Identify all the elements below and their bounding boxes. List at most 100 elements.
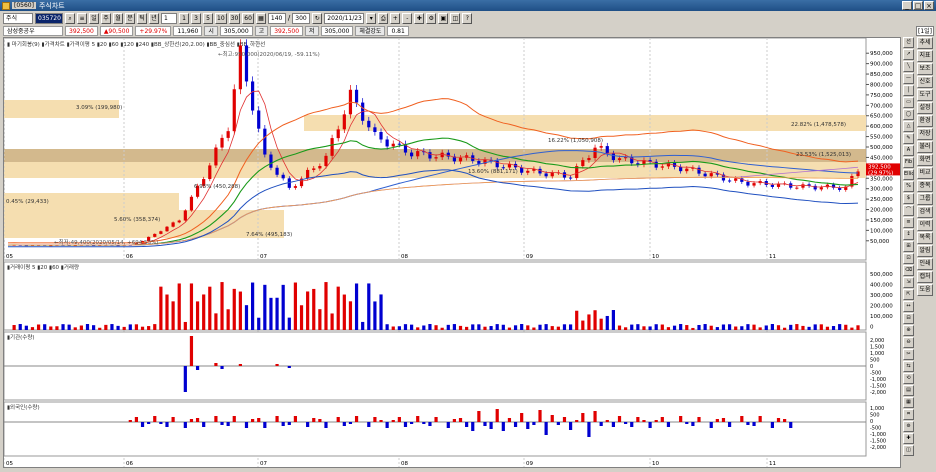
zoom-in-icon[interactable]: +: [390, 12, 401, 24]
market-select[interactable]: 주식: [3, 12, 33, 24]
draw-tool-0[interactable]: 선택: [903, 37, 914, 48]
tool-panel-item-13[interactable]: 검색: [917, 206, 933, 218]
draw-tool-6[interactable]: ◯: [903, 109, 914, 120]
draw-tool-31[interactable]: ⌗: [903, 409, 914, 420]
draw-tool-17[interactable]: ⊞: [903, 241, 914, 252]
draw-tool-2[interactable]: ╲: [903, 61, 914, 72]
draw-tool-18[interactable]: ⊡: [903, 253, 914, 264]
draw-tool-8[interactable]: ✎: [903, 133, 914, 144]
volume-bar: [605, 315, 609, 330]
draw-tool-1[interactable]: ↗: [903, 49, 914, 60]
tool-panel-item-1[interactable]: 지표: [917, 50, 933, 62]
list-icon[interactable]: ≡: [77, 12, 87, 24]
tool-panel-item-4[interactable]: 도구: [917, 89, 933, 101]
draw-tool-5[interactable]: ▭: [903, 97, 914, 108]
draw-tool-12[interactable]: %: [903, 181, 914, 192]
tool-panel-item-11[interactable]: 종목: [917, 180, 933, 192]
tool-panel-item-5[interactable]: 설정: [917, 102, 933, 114]
draw-tool-10[interactable]: Fib: [903, 157, 914, 168]
ticker-input[interactable]: 035720: [35, 12, 63, 24]
tool-panel-item-17[interactable]: 인쇄: [917, 258, 933, 270]
refresh-icon[interactable]: ↻: [312, 12, 323, 24]
draw-tool-15[interactable]: ≡: [903, 217, 914, 228]
draw-tool-26[interactable]: ✂: [903, 349, 914, 360]
tool-panel-item-10[interactable]: 비교: [917, 167, 933, 179]
chart-svg[interactable]: 950,000 900,000 850,000 800,000 750,000 700,0…: [3, 37, 900, 467]
save-icon[interactable]: ▣: [438, 12, 449, 24]
calendar-icon[interactable]: ▾: [366, 12, 377, 24]
crosshair-icon[interactable]: ✚: [414, 12, 425, 24]
period-month-button[interactable]: 월: [113, 12, 123, 24]
draw-tool-9[interactable]: A: [903, 145, 914, 156]
draw-tool-14[interactable]: ⌒: [903, 205, 914, 216]
draw-tool-25[interactable]: ⊖: [903, 337, 914, 348]
tool-panel-item-12[interactable]: 그룹: [917, 193, 933, 205]
foreign-bar: [324, 422, 328, 428]
foreign-bar: [226, 422, 230, 426]
count-total-input[interactable]: 300: [292, 12, 311, 24]
foreign-bar: [660, 417, 664, 422]
window-title: 주식차트: [38, 1, 65, 10]
draw-tool-7[interactable]: △: [903, 121, 914, 132]
draw-tool-32[interactable]: ⊚: [903, 421, 914, 432]
close-button[interactable]: ×: [924, 1, 934, 10]
zoom-out-icon[interactable]: -: [402, 12, 413, 24]
tool-panel-item-19[interactable]: 도움: [917, 284, 933, 296]
period-day-button[interactable]: 일: [89, 12, 99, 24]
volume-bar: [403, 324, 408, 330]
chart-area[interactable]: 950,000 900,000 850,000 800,000 750,000 700,0…: [3, 37, 901, 468]
draw-tool-11[interactable]: Elliott: [903, 169, 914, 180]
search-icon[interactable]: ⌕: [65, 12, 75, 24]
tool-panel-item-2[interactable]: 보조: [917, 63, 933, 75]
capture-icon[interactable]: ◫: [450, 12, 461, 24]
draw-tool-3[interactable]: —: [903, 73, 914, 84]
draw-tool-20[interactable]: ⇲: [903, 277, 914, 288]
tool-panel-item-18[interactable]: 캡처: [917, 271, 933, 283]
price-tick-label: 950,000: [870, 51, 893, 57]
date-input[interactable]: 2020/11/23: [324, 12, 365, 24]
volume-bar: [556, 326, 560, 330]
draw-tool-13[interactable]: $: [903, 193, 914, 204]
foreign-bar: [691, 422, 695, 426]
draw-tool-22[interactable]: ↔: [903, 301, 914, 312]
draw-tool-16[interactable]: ↕: [903, 229, 914, 240]
maximize-button[interactable]: □: [913, 1, 923, 10]
minimize-button[interactable]: _: [902, 1, 912, 10]
draw-tool-21[interactable]: ⇱: [903, 289, 914, 300]
period-week-button[interactable]: 주: [101, 12, 111, 24]
period-minute-button[interactable]: 분: [125, 12, 135, 24]
tool-panel-item-0[interactable]: 추세: [917, 37, 933, 49]
draw-tool-29[interactable]: ▤: [903, 385, 914, 396]
interval-60-button[interactable]: 60: [242, 12, 254, 24]
tool-panel-item-6[interactable]: 환경: [917, 115, 933, 127]
count-shown-input[interactable]: 140: [267, 12, 286, 24]
tool-panel-item-9[interactable]: 화면: [917, 154, 933, 166]
interval-5-button[interactable]: 5: [203, 12, 213, 24]
draw-tool-4[interactable]: │: [903, 85, 914, 96]
interval-1-button[interactable]: 1: [179, 12, 189, 24]
draw-tool-27[interactable]: ⇆: [903, 361, 914, 372]
help-icon[interactable]: ?: [462, 12, 473, 24]
tool-panel-item-14[interactable]: 이력: [917, 219, 933, 231]
interval-3-button[interactable]: 3: [191, 12, 201, 24]
period-tick-button[interactable]: 틱: [137, 12, 147, 24]
grid-icon[interactable]: ▦: [255, 12, 266, 24]
settings-icon[interactable]: ⚙: [426, 12, 437, 24]
tool-panel-item-16[interactable]: 알림: [917, 245, 933, 257]
period-year-button[interactable]: 년: [149, 12, 159, 24]
interval-input[interactable]: 1: [161, 12, 177, 24]
interval-30-button[interactable]: 30: [228, 12, 241, 24]
tool-panel-item-8[interactable]: 불러: [917, 141, 933, 153]
draw-tool-19[interactable]: ⌫: [903, 265, 914, 276]
draw-tool-33[interactable]: ✚: [903, 433, 914, 444]
print-icon[interactable]: ⎙: [378, 12, 389, 24]
draw-tool-24[interactable]: ⊕: [903, 325, 914, 336]
draw-tool-28[interactable]: ⟲: [903, 373, 914, 384]
draw-tool-23[interactable]: ⊟: [903, 313, 914, 324]
tool-panel-item-15[interactable]: 목록: [917, 232, 933, 244]
tool-panel-item-7[interactable]: 저장: [917, 128, 933, 140]
draw-tool-30[interactable]: ▦: [903, 397, 914, 408]
interval-10-button[interactable]: 10: [215, 12, 227, 24]
tool-panel-item-3[interactable]: 신호: [917, 76, 933, 88]
draw-tool-34[interactable]: ◫: [903, 445, 914, 456]
